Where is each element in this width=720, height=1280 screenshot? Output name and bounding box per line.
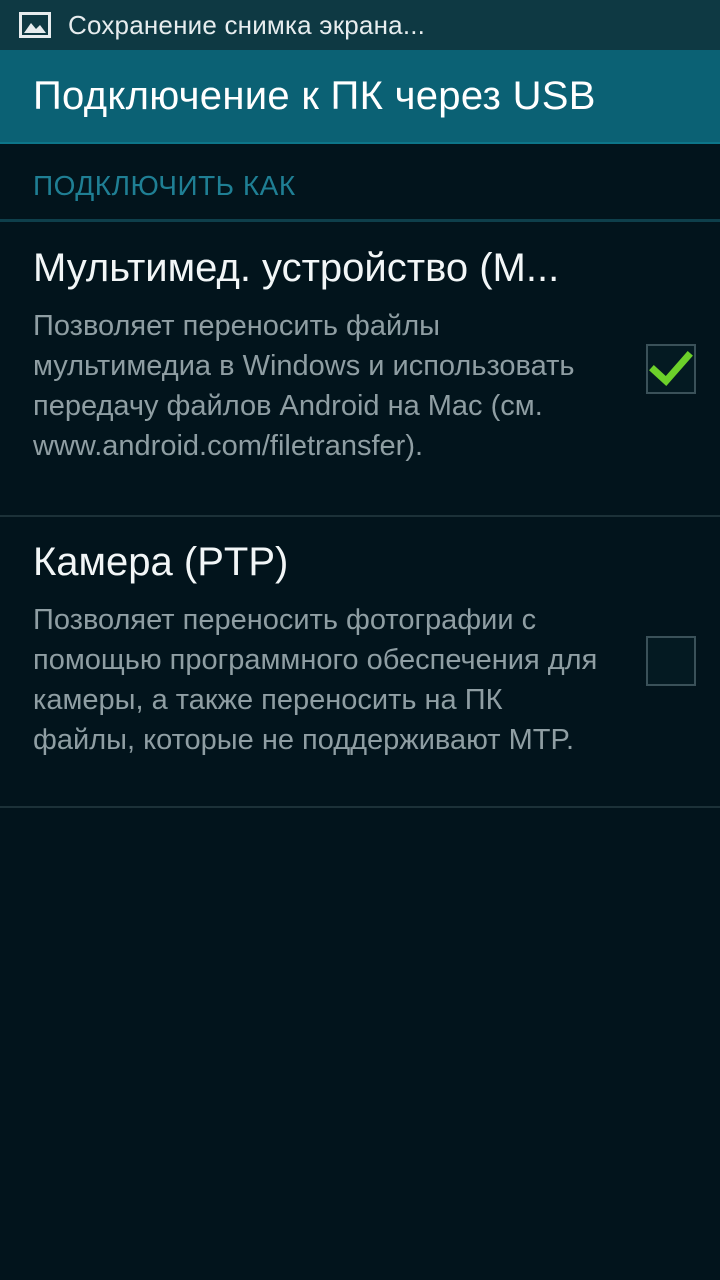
option-media-device[interactable]: Мультимед. устройство (M... Позволяет пе…	[0, 244, 720, 514]
section-header: ПОДКЛЮЧИТЬ КАК	[0, 170, 720, 202]
camera-ptp-checkbox[interactable]	[646, 636, 696, 686]
option-camera-ptp[interactable]: Камера (PTP) Позволяет переносить фотогр…	[0, 538, 720, 806]
option-description: Позволяет переносить файлы мультимедиа в…	[33, 310, 575, 462]
page-title: Подключение к ПК через USB	[33, 73, 596, 118]
section-header-label: ПОДКЛЮЧИТЬ КАК	[33, 170, 296, 201]
option-title: Камера (PTP)	[33, 540, 289, 584]
list-divider	[0, 806, 720, 808]
image-icon	[18, 11, 52, 39]
list-divider	[0, 515, 720, 517]
section-divider	[0, 219, 720, 222]
status-bar[interactable]: Сохранение снимка экрана...	[0, 0, 720, 50]
media-device-checkbox[interactable]	[646, 344, 696, 394]
option-title: Мультимед. устройство (M...	[33, 246, 560, 290]
action-bar: Подключение к ПК через USB	[0, 50, 720, 144]
checkmark-icon	[649, 351, 693, 386]
status-notification-text: Сохранение снимка экрана...	[68, 9, 426, 40]
option-description: Позволяет переносить фотографии с помощь…	[33, 604, 598, 756]
usb-connection-screen: Сохранение снимка экрана... Подключение …	[0, 0, 720, 1280]
